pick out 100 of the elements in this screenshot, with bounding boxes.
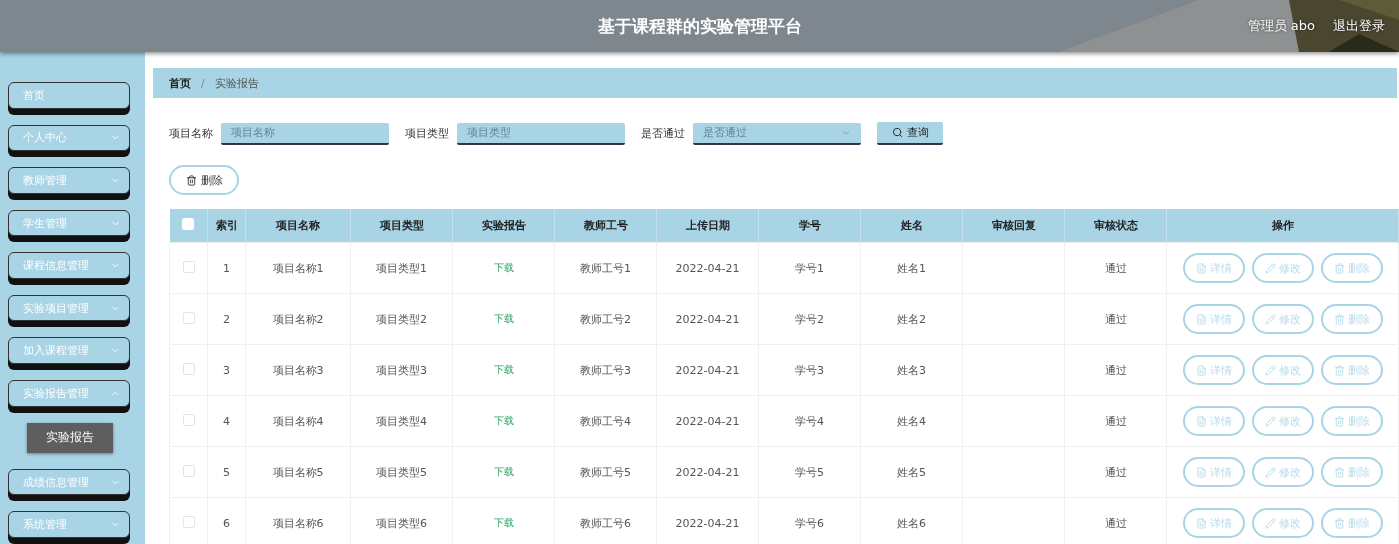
select-field[interactable]: 是否通过 (703, 122, 841, 143)
checkbox[interactable] (182, 260, 195, 273)
delete-button[interactable]: 删除 (1320, 355, 1383, 385)
pencil-icon (1264, 415, 1276, 427)
download-link[interactable]: 下载 (493, 364, 514, 375)
delete-button[interactable]: 删除 (1320, 508, 1383, 538)
edit-button[interactable]: 修改 (1251, 457, 1314, 487)
delete-button[interactable]: 删除 (1320, 406, 1383, 436)
pencil-icon (1264, 364, 1276, 376)
trash-icon (1333, 517, 1345, 529)
table-cell: 通过 (1104, 312, 1127, 326)
table-cell: 5 (223, 465, 230, 479)
table-cell: 2022-04-21 (675, 516, 740, 530)
edit-button[interactable]: 修改 (1251, 508, 1314, 538)
table-cell: 通过 (1104, 363, 1127, 377)
table-cell: 项目类型2 (376, 312, 427, 326)
column-header: 项目名称 (276, 219, 320, 232)
app-title: 基于课程群的实验管理平台 (597, 14, 802, 38)
download-link[interactable]: 下载 (493, 415, 514, 426)
table-cell: 2022-04-21 (675, 312, 740, 326)
table-cell: 项目名称2 (272, 312, 324, 326)
table-cell: 学号2 (795, 312, 824, 326)
search-button[interactable]: 查询 (877, 122, 943, 145)
edit-button[interactable]: 修改 (1251, 304, 1314, 334)
detail-button[interactable]: 详情 (1182, 253, 1245, 283)
trash-icon (1333, 415, 1345, 427)
field-label: 项目类型 (405, 126, 449, 141)
table-cell: 1 (223, 261, 230, 275)
delete-button[interactable]: 删除 (1320, 304, 1383, 334)
table-cell: 学号1 (795, 261, 824, 275)
table-cell: 姓名6 (897, 516, 926, 530)
field-label: 是否通过 (641, 126, 685, 141)
input-field[interactable]: 项目类型 (467, 122, 615, 143)
checkbox[interactable] (182, 464, 195, 477)
trash-icon (185, 174, 197, 186)
input-box[interactable]: 项目类型 (457, 122, 625, 145)
column-header: 审核状态 (1093, 219, 1138, 232)
table-cell: 项目名称3 (272, 363, 324, 377)
table-cell: 项目名称6 (272, 516, 324, 530)
delete-button[interactable]: 删除 (1320, 253, 1383, 283)
logout-link[interactable]: 退出登录 (1333, 17, 1385, 35)
detail-button[interactable]: 详情 (1182, 355, 1245, 385)
table-cell: 通过 (1104, 516, 1127, 530)
detail-button[interactable]: 详情 (1182, 457, 1245, 487)
table-cell: 通过 (1104, 414, 1127, 428)
table-cell: 教师工号2 (580, 312, 631, 326)
input-box[interactable]: 项目名称 (221, 122, 389, 145)
breadcrumb-separator: / (201, 76, 205, 90)
column-header: 上传日期 (685, 219, 730, 232)
download-link[interactable]: 下载 (493, 466, 514, 477)
trash-icon (1333, 466, 1345, 478)
breadcrumb-link[interactable]: 首页 (169, 75, 191, 91)
table-cell: 项目类型6 (376, 516, 427, 530)
edit-button[interactable]: 修改 (1251, 406, 1314, 436)
table-cell: 2022-04-21 (675, 465, 740, 479)
download-link[interactable]: 下载 (493, 313, 514, 324)
checkbox[interactable] (182, 515, 195, 528)
column-header: 教师工号 (583, 219, 628, 232)
edit-button[interactable]: 修改 (1251, 355, 1314, 385)
checkbox[interactable] (182, 311, 195, 324)
download-link[interactable]: 下载 (493, 517, 514, 528)
table-cell: 项目类型5 (376, 465, 427, 479)
table-cell: 学号5 (795, 465, 824, 479)
pencil-icon (1264, 517, 1276, 529)
trash-icon (1333, 262, 1345, 274)
column-header: 操作 (1271, 219, 1294, 232)
breadcrumb-current: 实验报告 (214, 75, 259, 91)
edit-button[interactable]: 修改 (1251, 253, 1314, 283)
select-box[interactable]: 是否通过 (693, 122, 861, 145)
table-cell: 项目类型4 (376, 414, 427, 428)
table-cell: 项目类型3 (376, 363, 427, 377)
trash-icon (1333, 313, 1345, 325)
delete-button[interactable]: 删除 (169, 165, 239, 195)
table-cell: 教师工号4 (580, 414, 631, 428)
table-cell: 2022-04-21 (675, 261, 740, 275)
table-cell: 教师工号1 (580, 261, 631, 275)
detail-button[interactable]: 详情 (1182, 508, 1245, 538)
download-link[interactable]: 下载 (493, 262, 514, 273)
table-cell: 教师工号6 (580, 516, 631, 530)
submenu-item[interactable]: 实验报告 (27, 422, 113, 453)
table-cell: 4 (223, 414, 230, 428)
pencil-icon (1264, 466, 1276, 478)
checkbox[interactable] (182, 413, 195, 426)
pencil-icon (1264, 313, 1276, 325)
table-cell: 学号6 (795, 516, 824, 530)
detail-button[interactable]: 详情 (1182, 406, 1245, 436)
input-field[interactable]: 项目名称 (231, 122, 379, 143)
document-icon (1195, 262, 1207, 274)
column-header: 实验报告 (481, 219, 526, 232)
detail-button[interactable]: 详情 (1182, 304, 1245, 334)
checkbox[interactable] (182, 362, 195, 375)
table-cell: 2022-04-21 (675, 414, 740, 428)
document-icon (1195, 466, 1207, 478)
table-cell: 姓名3 (897, 363, 926, 377)
column-header: 索引 (215, 219, 238, 232)
pencil-icon (1264, 262, 1276, 274)
table-cell: 姓名2 (897, 312, 926, 326)
delete-button[interactable]: 删除 (1320, 457, 1383, 487)
trash-icon (1333, 364, 1345, 376)
table-cell: 姓名5 (897, 465, 926, 479)
